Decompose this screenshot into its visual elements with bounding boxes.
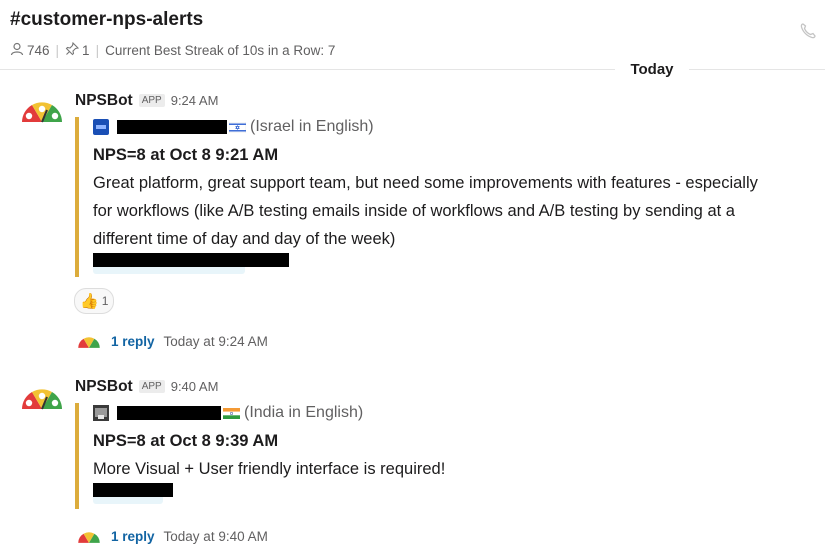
sender-name[interactable]: NPSBot: [75, 92, 133, 110]
phone-icon[interactable]: [799, 22, 817, 40]
nps-attachment: (India in English) NPS=8 at Oct 8 9:39 A…: [75, 403, 773, 509]
pinned-count[interactable]: 1: [82, 43, 90, 58]
thread-replies[interactable]: 1 reply Today at 9:40 AM: [74, 529, 268, 544]
channel-meta: 746 | 1 | Current Best Streak of 10s in …: [10, 41, 335, 59]
date-divider-label[interactable]: Today: [615, 60, 689, 80]
feedback-text: Great platform, great support team, but …: [93, 174, 758, 248]
pin-icon[interactable]: [65, 41, 80, 59]
app-badge: APP: [138, 94, 165, 107]
reaction-thumbs-up[interactable]: 👍 1: [74, 288, 114, 314]
user-photo-icon: [93, 405, 109, 421]
reply-count-link[interactable]: 1 reply: [111, 529, 155, 544]
message-time[interactable]: 9:24 AM: [171, 93, 219, 108]
user-mention[interactable]: [93, 483, 773, 504]
reaction-count: 1: [101, 294, 109, 308]
channel-name[interactable]: #customer-nps-alerts: [10, 9, 203, 31]
thumbs-up-icon: 👍: [80, 293, 99, 310]
last-reply-time: Today at 9:40 AM: [163, 529, 268, 544]
attachment-locale: (Israel in English): [250, 118, 374, 135]
redacted-customer-name: [117, 406, 221, 420]
redacted-mention: [93, 483, 173, 497]
channel-topic[interactable]: Current Best Streak of 10s in a Row: 7: [105, 43, 335, 58]
company-logo-icon: [93, 119, 109, 135]
india-flag-icon: [223, 407, 240, 419]
nps-score-line: NPS=8 at Oct 8 9:21 AM: [93, 146, 279, 164]
member-icon[interactable]: [10, 42, 24, 59]
meta-separator: |: [95, 43, 100, 58]
nps-score-line: NPS=8 at Oct 8 9:39 AM: [93, 432, 279, 450]
nps-attachment: (Israel in English) NPS=8 at Oct 8 9:21 …: [75, 117, 773, 277]
attachment-locale: (India in English): [244, 404, 364, 421]
thread-replies[interactable]: 1 reply Today at 9:24 AM: [74, 334, 268, 349]
redacted-mention: [93, 253, 289, 267]
attachment-author: (India in English): [93, 403, 773, 423]
reply-count-link[interactable]: 1 reply: [111, 334, 155, 349]
redacted-company-name: [117, 120, 227, 134]
feedback-text: More Visual + User friendly interface is…: [93, 460, 446, 478]
nps-gauge-avatar-small: [78, 336, 100, 348]
date-divider-line: [0, 69, 825, 70]
message-time[interactable]: 9:40 AM: [171, 379, 219, 394]
user-mention[interactable]: [93, 253, 773, 274]
nps-gauge-avatar-small: [78, 531, 100, 543]
meta-separator: |: [55, 43, 60, 58]
attachment-author: (Israel in English): [93, 117, 773, 137]
member-count[interactable]: 746: [27, 43, 50, 58]
message-header: NPSBot APP 9:40 AM: [75, 378, 218, 396]
sender-name[interactable]: NPSBot: [75, 378, 133, 396]
message-header: NPSBot APP 9:24 AM: [75, 92, 218, 110]
channel-header: #customer-nps-alerts 746 | 1 | Current B…: [0, 0, 825, 66]
app-badge: APP: [138, 380, 165, 393]
israel-flag-icon: [229, 121, 246, 133]
last-reply-time: Today at 9:24 AM: [163, 334, 268, 349]
nps-gauge-avatar[interactable]: [20, 98, 64, 124]
nps-gauge-avatar[interactable]: [20, 385, 64, 411]
